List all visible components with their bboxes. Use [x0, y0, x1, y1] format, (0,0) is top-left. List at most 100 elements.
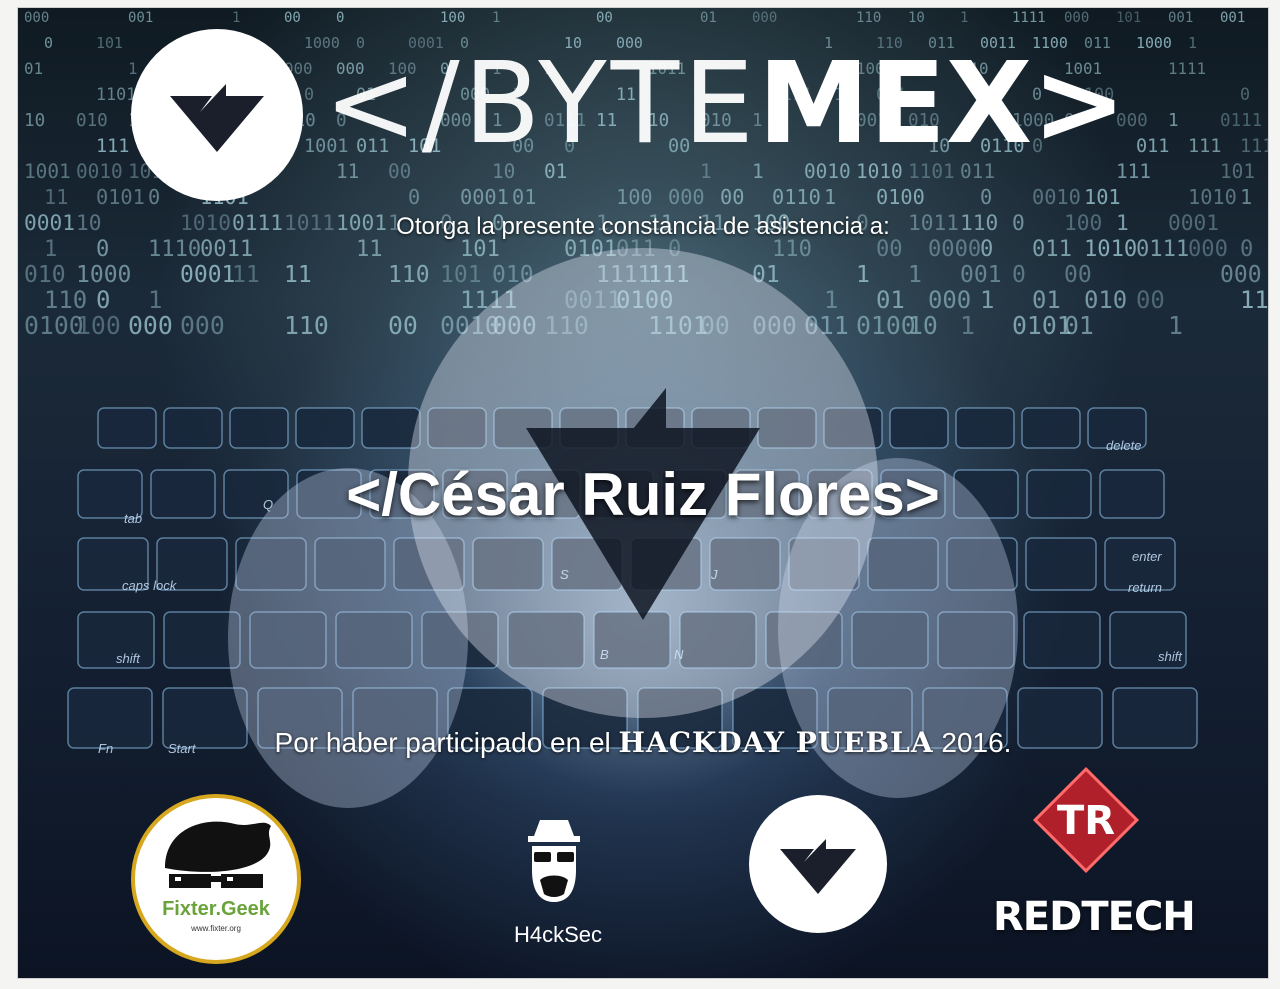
binary-digit: 0 [44, 34, 53, 52]
brand-prefix: </ [324, 39, 464, 169]
redtech-name: REDTECH [993, 894, 1196, 940]
binary-digit: 0 [408, 185, 420, 209]
binary-digit: 101 [96, 34, 123, 52]
keyboard-key-label: return [1128, 580, 1162, 595]
intro-text: Otorga la presente constancia de asisten… [396, 213, 890, 240]
binary-digit: 0101 [1012, 311, 1072, 340]
keyboard-key-label: enter [1132, 549, 1162, 564]
binary-digit: 000 [128, 311, 173, 340]
binary-digit: 01 [1064, 311, 1094, 340]
binary-digit: 110 [44, 286, 87, 314]
binary-digit: 01 [700, 10, 717, 26]
binary-digit: 1010 [1188, 185, 1237, 209]
binary-digit: 1000 [76, 262, 131, 288]
redtech-diamond-emblem: TR [1032, 766, 1140, 874]
bytemex-logo-icon [131, 29, 303, 201]
binary-digit: 1110 [1240, 136, 1268, 157]
keyboard-key [229, 407, 289, 449]
keyboard-key [889, 407, 949, 449]
binary-digit: 001 [1220, 10, 1245, 26]
binary-digit: 1 [908, 262, 922, 288]
binary-digit: 00 [720, 185, 744, 209]
binary-digit: 000 [24, 10, 49, 26]
fixter-geek-logo: Fixter.Geek www.fixter.org [131, 794, 301, 964]
binary-digit: 01 [512, 185, 536, 209]
binary-digit: 00 [1064, 262, 1092, 288]
binary-digit: 010 [24, 262, 66, 288]
binary-digit: 000 [752, 10, 777, 26]
fixter-hair-icon [165, 821, 271, 888]
binary-digit: 0 [980, 185, 992, 209]
keyboard-key [295, 407, 355, 449]
binary-digit: 00 [596, 10, 613, 26]
event-year: 2016. [933, 727, 1012, 758]
binary-digit: 10 [24, 111, 45, 131]
keyboard-key [1025, 537, 1097, 591]
keyboard-key [955, 407, 1015, 449]
binary-digit: 1 [960, 10, 968, 26]
binary-digit: 10 [908, 10, 925, 26]
binary-digit: 0001 [460, 185, 509, 209]
binary-digit: 011 [1136, 136, 1169, 157]
keyboard-key-label: delete [1106, 438, 1141, 453]
keyboard-key [1023, 611, 1101, 669]
binary-digit: 101 [1084, 185, 1121, 209]
binary-digit: 0 [1012, 262, 1026, 288]
brand-suffix: > [1032, 39, 1127, 169]
binary-digit: 1 [960, 311, 975, 340]
hacksec-name: H4ckSec [513, 922, 603, 947]
binary-digit: 0100 [876, 185, 925, 209]
binary-digit: 0010 [76, 160, 123, 183]
binary-digit: 1 [980, 286, 994, 314]
binary-digit: 101 [1116, 10, 1141, 26]
binary-digit: 01 [876, 286, 905, 314]
binary-digit: 00 [1136, 286, 1165, 314]
binary-digit: 1 [232, 10, 240, 26]
binary-digit: 10 [908, 311, 938, 340]
brand-wordmark: </BYTEMEX> [324, 34, 1126, 174]
binary-digit: 1111 [1168, 59, 1206, 78]
binary-digit: 110 [856, 10, 881, 26]
fixter-url: www.fixter.org [191, 924, 241, 933]
binary-digit: 100 [616, 185, 653, 209]
binary-digit: 01 [24, 59, 43, 78]
svg-text:TR: TR [1057, 798, 1115, 844]
binary-digit: 0 [304, 84, 314, 104]
keyboard-key-label: shift [116, 651, 141, 666]
keyboard-key-label: shift [1158, 649, 1183, 664]
binary-digit: 000 [928, 286, 971, 314]
keyboard-key-label: caps lock [122, 578, 178, 593]
binary-digit: 0 [336, 10, 344, 26]
binary-digit: 0 [96, 286, 110, 314]
binary-digit: 1 [1240, 185, 1252, 209]
binary-digit: 01 [1032, 286, 1061, 314]
binary-digit: 1000 [1136, 34, 1172, 52]
binary-digit: 11 [284, 262, 312, 288]
binary-digit: 000 [180, 311, 225, 340]
binary-digit: 1100 [1240, 286, 1268, 314]
binary-digit: 1 [492, 10, 500, 26]
binary-digit: 0001 [180, 262, 235, 288]
binary-digit: 00 [284, 10, 301, 26]
binary-digit: 010 [76, 111, 108, 131]
binary-digit: 0100 [24, 311, 84, 340]
binary-digit: 1 [1188, 34, 1197, 52]
binary-digit: 110 [284, 311, 329, 340]
binary-digit: 101 [1220, 160, 1255, 183]
binary-digit: 1 [824, 185, 836, 209]
binary-digit: 111 [1188, 136, 1221, 157]
brand-bold: MEX [757, 39, 1033, 169]
fixter-name: Fixter.Geek [162, 898, 270, 920]
bytemex-small-logo-icon [749, 795, 887, 933]
binary-digit: 0010 [1032, 185, 1081, 209]
binary-digit: 001 [128, 10, 153, 26]
binary-digit: 11 [44, 185, 68, 209]
participation-text: Por haber participado en el HACKDAY PUEB… [18, 726, 1268, 759]
binary-digit: 1 [148, 286, 162, 314]
event-name: HACKDAY PUEBLA [618, 726, 934, 759]
binary-digit: 000 [1220, 262, 1262, 288]
reason-prefix: Por haber participado en el [274, 727, 619, 758]
binary-digit: 000 [668, 185, 705, 209]
keyboard-key [163, 407, 223, 449]
binary-digit: 0 [1240, 84, 1250, 104]
